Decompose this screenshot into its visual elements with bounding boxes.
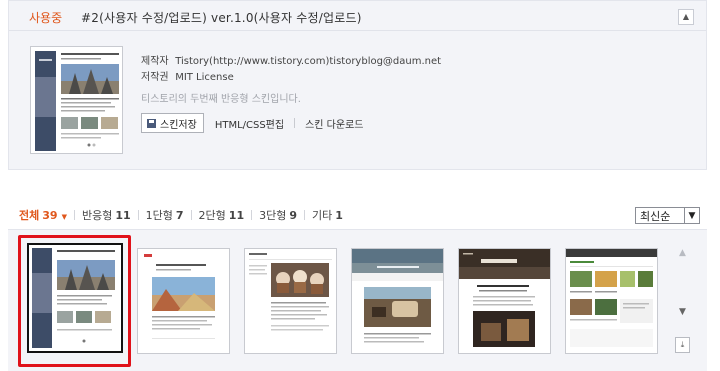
skin-thumbnail[interactable] bbox=[565, 248, 658, 354]
maker-row: 제작자 Tistory(http://www.tistory.com)tisto… bbox=[141, 54, 441, 70]
current-skin-name: #2(사용자 수정/업로드) ver.1.0(사용자 수정/업로드) bbox=[81, 11, 362, 25]
copyright-row: 저작권 MIT License bbox=[141, 70, 441, 86]
scroll-down-icon[interactable]: ▼ bbox=[675, 296, 690, 328]
filter-responsive-count: 11 bbox=[115, 209, 131, 222]
save-skin-button[interactable]: 스킨저장 bbox=[141, 113, 204, 133]
current-skin-preview bbox=[30, 46, 123, 154]
filter-all[interactable]: 전체 39 ▼ bbox=[19, 207, 67, 223]
filter-two-column-count: 11 bbox=[228, 209, 245, 222]
filter-responsive[interactable]: 반응형 11 bbox=[82, 207, 131, 223]
copyright-label: 저작권 bbox=[141, 72, 169, 83]
skin-thumbnail[interactable] bbox=[244, 248, 337, 354]
filter-three-column-label: 3단형 bbox=[259, 209, 287, 222]
filter-two-column-label: 2단형 bbox=[198, 209, 226, 222]
skin-thumbnail[interactable] bbox=[458, 248, 551, 354]
current-skin-header: 사용중 #2(사용자 수정/업로드) ver.1.0(사용자 수정/업로드) ▲ bbox=[9, 1, 706, 31]
filter-three-column[interactable]: 3단형 9 bbox=[259, 207, 297, 223]
skin-info: 제작자 Tistory(http://www.tistory.com)tisto… bbox=[141, 54, 441, 108]
filter-one-column[interactable]: 1단형 7 bbox=[146, 207, 184, 223]
in-use-status: 사용중 bbox=[29, 11, 63, 25]
filter-other-count: 1 bbox=[335, 209, 343, 222]
skin-thumbnail[interactable] bbox=[137, 248, 230, 354]
download-skin-link[interactable]: 스킨 다운로드 bbox=[305, 116, 363, 131]
sort-order-select[interactable]: 최신순 ▼ bbox=[635, 207, 700, 224]
chevron-down-icon: ▼ bbox=[61, 213, 67, 221]
skin-preview-image bbox=[29, 245, 121, 351]
filter-divider bbox=[137, 210, 139, 220]
filter-other[interactable]: 기타 1 bbox=[312, 207, 343, 223]
filter-divider bbox=[304, 210, 306, 220]
maker-label: 제작자 bbox=[141, 56, 169, 67]
filter-one-column-label: 1단형 bbox=[145, 209, 173, 222]
filter-two-column[interactable]: 2단형 11 bbox=[199, 207, 245, 223]
select-arrow-icon: ▼ bbox=[684, 208, 699, 223]
skin-description: 티스토리의 두번째 반응형 스킨입니다. bbox=[141, 94, 301, 105]
scroll-up-icon[interactable]: ▲ bbox=[675, 248, 690, 288]
maker-value: Tistory(http://www.tistory.com)tistorybl… bbox=[175, 56, 442, 67]
skin-thumbnail-selected[interactable] bbox=[27, 243, 123, 353]
skin-preview-image bbox=[245, 249, 336, 353]
skin-preview-image bbox=[566, 249, 657, 353]
current-skin-panel: 사용중 #2(사용자 수정/업로드) ver.1.0(사용자 수정/업로드) ▲ bbox=[8, 0, 707, 170]
filter-three-column-count: 9 bbox=[289, 209, 298, 222]
filter-one-column-count: 7 bbox=[175, 209, 184, 222]
skin-thumbnail[interactable] bbox=[351, 248, 444, 354]
skin-preview-image bbox=[31, 47, 122, 153]
filter-divider bbox=[251, 210, 253, 220]
action-divider bbox=[294, 118, 296, 128]
floppy-disk-icon bbox=[147, 118, 156, 128]
sort-order-value: 최신순 bbox=[640, 209, 671, 223]
filter-all-count: 39 bbox=[42, 209, 58, 222]
filter-divider bbox=[73, 210, 75, 220]
skin-preview-image bbox=[459, 249, 550, 353]
skin-actions: 스킨저장 HTML/CSS편집 스킨 다운로드 bbox=[141, 113, 363, 133]
filter-other-label: 기타 bbox=[312, 209, 333, 222]
filter-all-label: 전체 bbox=[19, 209, 40, 222]
filter-responsive-label: 반응형 bbox=[81, 209, 113, 222]
filter-divider bbox=[190, 210, 192, 220]
collapse-up-icon[interactable]: ▲ bbox=[678, 9, 694, 25]
skin-preview-image bbox=[352, 249, 443, 353]
skin-filter-bar: 전체 39 ▼ 반응형 11 1단형 7 2단형 11 3단형 9 기타 1 bbox=[19, 207, 343, 223]
save-skin-label: 스킨저장 bbox=[160, 119, 197, 131]
copyright-value: MIT License bbox=[175, 72, 234, 83]
scroll-to-end-icon[interactable]: ⤓ bbox=[675, 337, 690, 353]
edit-html-css-link[interactable]: HTML/CSS편집 bbox=[215, 116, 284, 131]
skin-preview-image bbox=[138, 249, 229, 353]
